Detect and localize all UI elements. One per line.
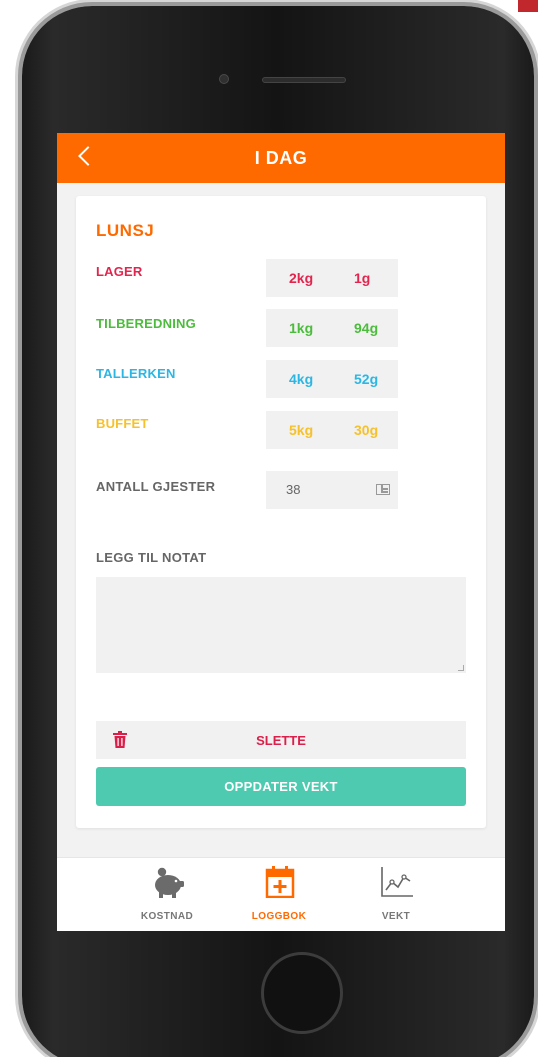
update-weight-button-label: OPPDATER VEKT bbox=[224, 779, 338, 794]
line-chart-icon bbox=[381, 867, 413, 897]
nav-item-loggbok[interactable]: LOGGBOK bbox=[229, 858, 329, 931]
weight-g-lager: 1g bbox=[354, 270, 371, 286]
bottom-nav: KOSTNAD LOGGBOK VEKT bbox=[57, 857, 505, 931]
weight-kg-buffet: 5kg bbox=[289, 422, 314, 438]
weight-field-lager[interactable]: 2kg 1g bbox=[266, 259, 398, 297]
nav-label-kostnad: KOSTNAD bbox=[140, 911, 194, 922]
weight-field-buffet[interactable]: 5kg 30g bbox=[266, 411, 398, 449]
guests-label: ANTALL GJESTER bbox=[96, 479, 216, 494]
delete-button-label: SLETTE bbox=[256, 733, 306, 748]
row-label-tilberedning: TILBEREDNING bbox=[96, 316, 196, 331]
nav-label-loggbok: LOGGBOK bbox=[251, 911, 307, 922]
note-textarea[interactable] bbox=[96, 577, 466, 673]
weight-field-tilberedning[interactable]: 1kg 94g bbox=[266, 309, 398, 347]
resize-handle-icon[interactable] bbox=[458, 665, 464, 671]
weight-g-tilberedning: 94g bbox=[354, 320, 379, 336]
row-label-buffet: BUFFET bbox=[96, 416, 149, 431]
log-card: LUNSJ LAGER 2kg 1g TILBEREDNING 1kg 94g … bbox=[76, 196, 486, 828]
front-camera bbox=[219, 74, 229, 84]
guests-value: 38 bbox=[286, 482, 301, 497]
section-title: LUNSJ bbox=[96, 221, 155, 240]
update-weight-button[interactable]: OPPDATER VEKT bbox=[96, 767, 466, 806]
weight-kg-lager: 2kg bbox=[289, 270, 314, 286]
guests-field[interactable]: 38 bbox=[266, 471, 398, 509]
piggy-bank-icon bbox=[155, 867, 184, 898]
row-label-tallerken: TALLERKEN bbox=[96, 366, 176, 381]
weight-field-tallerken[interactable]: 4kg 52g bbox=[266, 360, 398, 398]
weight-kg-tallerken: 4kg bbox=[289, 371, 314, 387]
power-button bbox=[534, 222, 538, 337]
calendar-plus-icon bbox=[265, 866, 295, 898]
earpiece-speaker bbox=[262, 77, 346, 83]
nav-label-vekt: VEKT bbox=[381, 911, 411, 922]
delete-button[interactable]: SLETTE bbox=[96, 721, 466, 759]
top-bar: I DAG bbox=[57, 133, 505, 183]
nav-item-vekt[interactable]: VEKT bbox=[346, 858, 446, 931]
weight-g-tallerken: 52g bbox=[354, 371, 379, 387]
weight-kg-tilberedning: 1kg bbox=[289, 320, 314, 336]
nav-item-kostnad[interactable]: KOSTNAD bbox=[117, 858, 217, 931]
corner-mark bbox=[518, 0, 538, 12]
note-label: LEGG TIL NOTAT bbox=[96, 550, 207, 565]
weight-g-buffet: 30g bbox=[354, 422, 379, 438]
row-label-lager: LAGER bbox=[96, 264, 143, 279]
app-screen: I DAG LUNSJ LAGER 2kg 1g TILBEREDNING 1k… bbox=[57, 133, 505, 931]
calculator-icon[interactable] bbox=[376, 484, 390, 495]
page-title: I DAG bbox=[254, 148, 308, 168]
home-button bbox=[261, 952, 343, 1034]
